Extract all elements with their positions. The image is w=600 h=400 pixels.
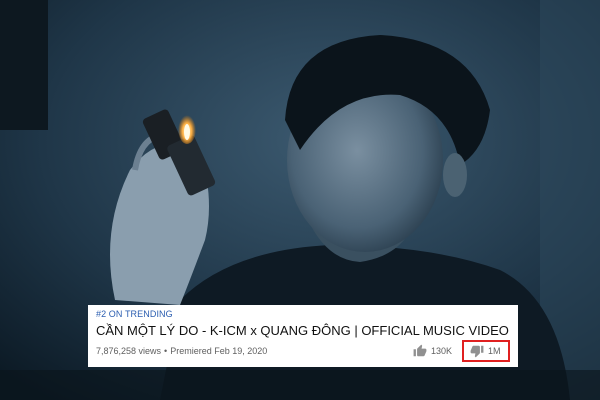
view-count: 7,876,258 views [96, 346, 162, 356]
video-title: CẦN MỘT LÝ DO - K-ICM x QUANG ĐÔNG | OFF… [96, 323, 509, 338]
meta-separator: • [164, 346, 168, 356]
thumbs-up-icon [413, 344, 427, 358]
dislike-count: 1M [488, 346, 501, 356]
like-count: 130K [430, 346, 452, 356]
video-info-card: #2 ON TRENDING CẦN MỘT LÝ DO - K-ICM x Q… [88, 305, 518, 367]
screenshot-frame: #2 ON TRENDING CẦN MỘT LÝ DO - K-ICM x Q… [0, 0, 600, 400]
premiere-date: Premiered Feb 19, 2020 [170, 346, 268, 356]
dislike-button[interactable]: 1M [462, 340, 510, 362]
trending-badge[interactable]: #2 ON TRENDING [96, 309, 510, 320]
like-button[interactable]: 130K [413, 341, 452, 361]
video-meta-row: 7,876,258 views • Premiered Feb 19, 2020… [96, 340, 510, 362]
thumbs-down-icon [470, 344, 484, 358]
